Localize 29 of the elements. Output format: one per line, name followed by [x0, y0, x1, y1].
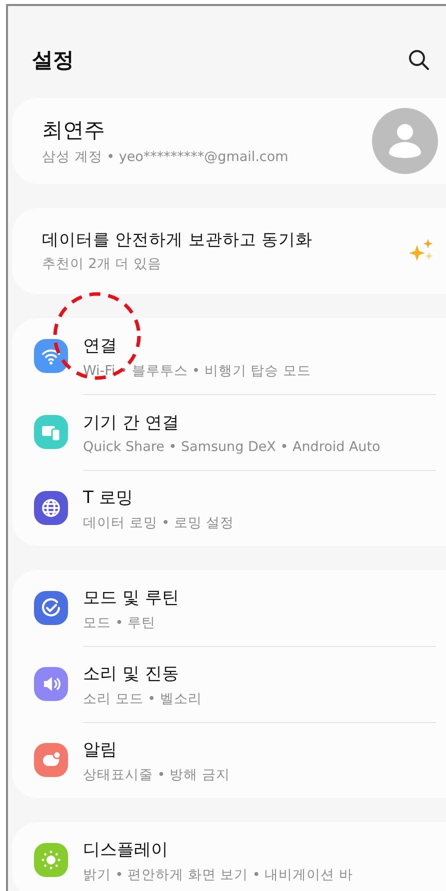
setting-subtitle: 상태표시줄 • 방해 금지: [83, 766, 231, 784]
setting-title[interactable]: 소리 및 진동: [83, 662, 436, 684]
setting-title[interactable]: 알림: [83, 738, 436, 760]
account-card[interactable]: 최연주 삼성 계정 • yeo*********@gmail.com: [12, 98, 446, 184]
search-icon[interactable]: [408, 49, 430, 71]
setting-title[interactable]: 기기 간 연결: [83, 410, 436, 434]
sound-icon[interactable]: [34, 667, 68, 701]
account-name: 최연주: [42, 117, 106, 144]
account-email: 삼성 계정 • yeo*********@gmail.com: [42, 148, 290, 166]
globe-icon[interactable]: [34, 491, 68, 525]
setting-subtitle: 모드 • 루틴: [83, 614, 157, 632]
suggestion-card[interactable]: 데이터를 안전하게 보관하고 동기화 추천이 2개 더 있음: [12, 208, 446, 294]
avatar-icon[interactable]: [372, 108, 438, 174]
bell-icon[interactable]: [34, 743, 68, 777]
page-title: 설정: [32, 47, 74, 74]
setting-subtitle: 밝기 • 편안하게 화면 보기 • 내비게이션 바: [83, 866, 354, 884]
setting-title[interactable]: 디스플레이: [83, 838, 436, 860]
routine-icon[interactable]: [34, 591, 68, 625]
setting-title[interactable]: T 로밍: [83, 486, 436, 508]
setting-subtitle: Quick Share • Samsung DeX • Android Auto: [83, 438, 382, 454]
setting-subtitle: 데이터 로밍 • 로밍 설정: [83, 514, 236, 532]
suggestion-subtitle: 추천이 2개 더 있음: [42, 255, 162, 273]
suggestion-title: 데이터를 안전하게 보관하고 동기화: [42, 229, 314, 251]
sun-icon[interactable]: [34, 843, 68, 877]
wifi-icon[interactable]: [34, 339, 68, 373]
devices-icon[interactable]: [34, 415, 68, 449]
setting-subtitle: 소리 모드 • 벨소리: [83, 690, 203, 708]
setting-title[interactable]: 모드 및 루틴: [83, 586, 436, 608]
setting-title[interactable]: 연결: [83, 334, 436, 356]
